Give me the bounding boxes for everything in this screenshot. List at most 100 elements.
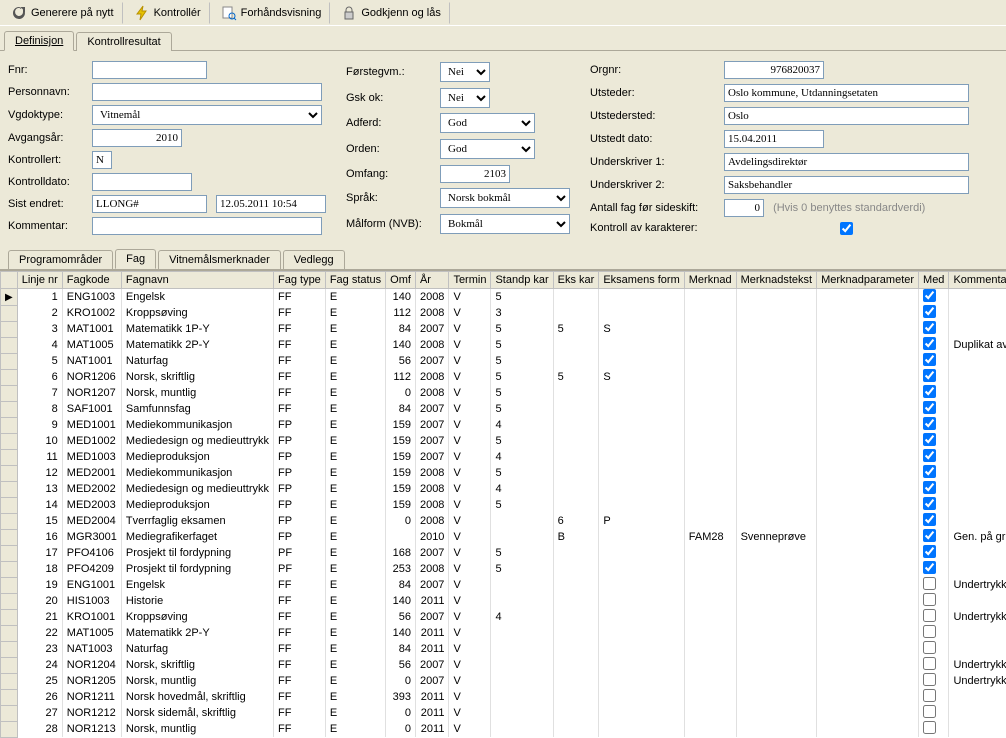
table-row[interactable]: 18PFO4209Prosjekt til fordypningPFE25320… xyxy=(1,561,1006,577)
table-row[interactable]: 12MED2001MediekommunikasjonFPE1592008V5 xyxy=(1,465,1006,481)
row-selector[interactable] xyxy=(1,321,18,337)
row-selector[interactable] xyxy=(1,337,18,353)
cell-med[interactable] xyxy=(919,433,949,449)
med-check[interactable] xyxy=(923,689,936,702)
col-fagkode[interactable]: Fagkode xyxy=(62,272,121,289)
table-row[interactable]: 17PFO4106Prosjekt til fordypningPFE16820… xyxy=(1,545,1006,561)
cell-med[interactable] xyxy=(919,705,949,721)
cell-med[interactable] xyxy=(919,593,949,609)
cell-med[interactable] xyxy=(919,417,949,433)
cell-med[interactable] xyxy=(919,497,949,513)
row-selector[interactable] xyxy=(1,673,18,689)
row-selector[interactable]: ▶ xyxy=(1,289,18,306)
table-row[interactable]: 19ENG1001EngelskFFE842007VUndertrykkes a… xyxy=(1,577,1006,593)
cell-med[interactable] xyxy=(919,577,949,593)
underskriver1-input[interactable] xyxy=(724,153,969,171)
col-fagstatus[interactable]: Fag status xyxy=(325,272,385,289)
col-ekskar[interactable]: Eks kar xyxy=(553,272,599,289)
table-row[interactable]: 6NOR1206Norsk, skriftligFFE1122008V55S xyxy=(1,369,1006,385)
med-check[interactable] xyxy=(923,577,936,590)
med-check[interactable] xyxy=(923,673,936,686)
cell-med[interactable] xyxy=(919,401,949,417)
med-check[interactable] xyxy=(923,401,936,414)
gskok-select[interactable]: Nei xyxy=(440,88,490,108)
med-check[interactable] xyxy=(923,657,936,670)
table-row[interactable]: 16MGR3001MediegrafikerfagetFPE2010VBFAM2… xyxy=(1,529,1006,545)
med-check[interactable] xyxy=(923,561,936,574)
med-check[interactable] xyxy=(923,385,936,398)
adferd-select[interactable]: God xyxy=(440,113,535,133)
cell-med[interactable] xyxy=(919,353,949,369)
orden-select[interactable]: God xyxy=(440,139,535,159)
cell-med[interactable] xyxy=(919,657,949,673)
med-check[interactable] xyxy=(923,369,936,382)
table-row[interactable]: 23NAT1003NaturfagFFE842011V xyxy=(1,641,1006,657)
row-selector[interactable] xyxy=(1,417,18,433)
cell-med[interactable] xyxy=(919,321,949,337)
preview-button[interactable]: Forhåndsvisning xyxy=(212,2,331,24)
kontrolldato-input[interactable] xyxy=(92,173,192,191)
col-termin[interactable]: Termin xyxy=(449,272,491,289)
col-fagnavn[interactable]: Fagnavn xyxy=(121,272,273,289)
table-row[interactable]: 10MED1002Mediedesign og medieuttrykkFPE1… xyxy=(1,433,1006,449)
subtab-vitnemalsmerknader[interactable]: Vitnemålsmerknader xyxy=(158,250,281,269)
col-ar[interactable]: År xyxy=(415,272,448,289)
med-check[interactable] xyxy=(923,417,936,430)
med-check[interactable] xyxy=(923,321,936,334)
personnavn-input[interactable] xyxy=(92,83,322,101)
fag-grid[interactable]: Linje nr Fagkode Fagnavn Fag type Fag st… xyxy=(0,270,1006,738)
row-selector[interactable] xyxy=(1,353,18,369)
row-selector[interactable] xyxy=(1,497,18,513)
med-check[interactable] xyxy=(923,641,936,654)
sistendret-by-input[interactable] xyxy=(92,195,207,213)
kontrollkar-check[interactable] xyxy=(724,222,969,235)
table-row[interactable]: 25NOR1205Norsk, muntligFFE02007VUndertry… xyxy=(1,673,1006,689)
row-selector[interactable] xyxy=(1,689,18,705)
cell-med[interactable] xyxy=(919,481,949,497)
cell-med[interactable] xyxy=(919,625,949,641)
col-kommentar[interactable]: Kommentar xyxy=(949,272,1006,289)
row-selector[interactable] xyxy=(1,625,18,641)
row-selector[interactable] xyxy=(1,577,18,593)
cell-med[interactable] xyxy=(919,561,949,577)
tab-kontrollresultat[interactable]: Kontrollresultat xyxy=(76,32,171,51)
table-row[interactable]: 5NAT1001NaturfagFFE562007V5 xyxy=(1,353,1006,369)
cell-med[interactable] xyxy=(919,449,949,465)
med-check[interactable] xyxy=(923,481,936,494)
antallfag-input[interactable] xyxy=(724,199,764,217)
cell-med[interactable] xyxy=(919,337,949,353)
med-check[interactable] xyxy=(923,433,936,446)
underskriver2-input[interactable] xyxy=(724,176,969,194)
row-selector[interactable] xyxy=(1,305,18,321)
cell-med[interactable] xyxy=(919,465,949,481)
kontrollert-input[interactable] xyxy=(92,151,112,169)
table-row[interactable]: ▶1ENG1003EngelskFFE1402008V5 xyxy=(1,289,1006,306)
table-row[interactable]: 3MAT1001Matematikk 1P-YFFE842007V55S xyxy=(1,321,1006,337)
table-row[interactable]: 8SAF1001SamfunnsfagFFE842007V5 xyxy=(1,401,1006,417)
med-check[interactable] xyxy=(923,449,936,462)
med-check[interactable] xyxy=(923,305,936,318)
fnr-input[interactable] xyxy=(92,61,207,79)
cell-med[interactable] xyxy=(919,609,949,625)
med-check[interactable] xyxy=(923,545,936,558)
orgnr-input[interactable] xyxy=(724,61,824,79)
med-check[interactable] xyxy=(923,625,936,638)
subtab-programomrader[interactable]: Programområder xyxy=(8,250,113,269)
col-linjenr[interactable]: Linje nr xyxy=(17,272,62,289)
col-med[interactable]: Med xyxy=(919,272,949,289)
sistendret-ts-input[interactable] xyxy=(216,195,326,213)
table-row[interactable]: 21KRO1001KroppsøvingFFE562007V4Undertryk… xyxy=(1,609,1006,625)
med-check[interactable] xyxy=(923,593,936,606)
row-selector[interactable] xyxy=(1,705,18,721)
col-fagtype[interactable]: Fag type xyxy=(274,272,326,289)
table-row[interactable]: 20HIS1003HistorieFFE1402011V xyxy=(1,593,1006,609)
med-check[interactable] xyxy=(923,289,936,302)
med-check[interactable] xyxy=(923,721,936,734)
row-selector[interactable] xyxy=(1,609,18,625)
row-selector[interactable] xyxy=(1,465,18,481)
regen-button[interactable]: Generere på nytt xyxy=(2,2,123,24)
table-row[interactable]: 26NOR1211Norsk hovedmål, skriftligFFE393… xyxy=(1,689,1006,705)
table-row[interactable]: 24NOR1204Norsk, skriftligFFE562007VUnder… xyxy=(1,657,1006,673)
subtab-vedlegg[interactable]: Vedlegg xyxy=(283,250,345,269)
utstedersted-input[interactable] xyxy=(724,107,969,125)
